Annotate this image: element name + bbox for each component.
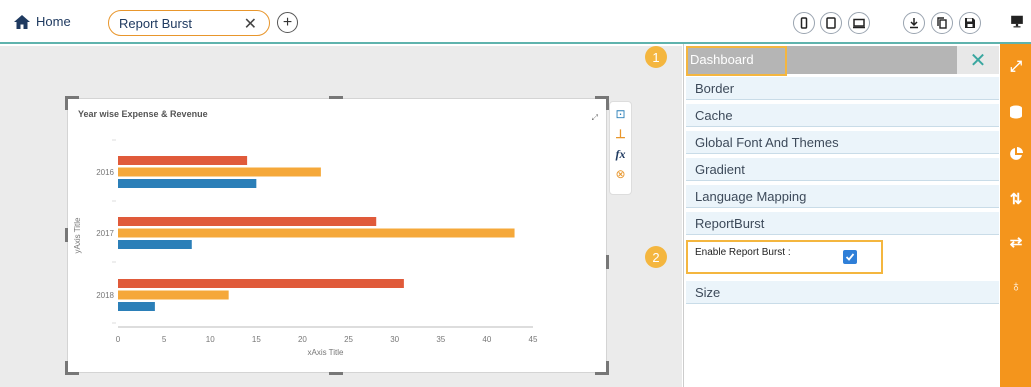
- top-bar: Home Report Burst ✕ +: [0, 0, 1031, 44]
- pie-glyph: [1010, 147, 1023, 160]
- bar-2018-series-3: [118, 302, 155, 311]
- monitor-button[interactable]: [1010, 14, 1024, 33]
- x-axis-title: xAxis Title: [307, 348, 344, 357]
- section-global-font[interactable]: Global Font And Themes: [686, 131, 999, 154]
- step-badge-1: 1: [645, 46, 667, 68]
- remove-icon[interactable]: ⊗: [615, 166, 625, 182]
- x-tick-label: 45: [529, 335, 538, 344]
- download-button[interactable]: [903, 12, 925, 34]
- chart-tools: ⊡ ⊥ fx ⊗: [609, 101, 632, 195]
- chart-container[interactable]: Year wise Expense & Revenue ⤢ 0 5 10 15 20 25…: [67, 98, 607, 373]
- resize-handle[interactable]: [606, 255, 609, 269]
- bar-2017-series-3: [118, 240, 192, 249]
- x-tick-label: 10: [206, 335, 215, 344]
- properties-icon[interactable]: ⊡: [615, 106, 625, 122]
- fx-icon[interactable]: fx: [616, 146, 626, 162]
- resize-handle[interactable]: [65, 96, 68, 110]
- y-axis-title: yAxis Title: [73, 217, 82, 254]
- resize-handle[interactable]: [329, 372, 343, 375]
- sort-icon[interactable]: ⇅: [1006, 189, 1026, 209]
- section-reportburst[interactable]: ReportBurst: [686, 212, 999, 235]
- section-border[interactable]: Border: [686, 77, 999, 100]
- mobile-icon: [800, 17, 808, 29]
- x-tick-label: 5: [162, 335, 167, 344]
- enable-highlight: [686, 240, 883, 274]
- home-label: Home: [36, 14, 71, 29]
- section-language-mapping[interactable]: Language Mapping: [686, 185, 999, 208]
- close-tab-icon[interactable]: ✕: [244, 14, 257, 34]
- download-icon: [910, 18, 918, 29]
- home-link[interactable]: Home: [14, 14, 71, 29]
- expand-icon[interactable]: ⤢: [1006, 56, 1026, 76]
- tab-label: Report Burst: [119, 15, 192, 31]
- close-panel-button[interactable]: ✕: [957, 46, 999, 74]
- x-tick-label: 15: [252, 335, 261, 344]
- tab-report-burst[interactable]: Report Burst ✕: [108, 10, 270, 36]
- header-highlight: [686, 46, 787, 76]
- axis-icon[interactable]: ⊥: [615, 126, 625, 142]
- x-tick-label: 0: [116, 335, 121, 344]
- add-tab-button[interactable]: +: [277, 12, 298, 33]
- category-label: 2017: [96, 229, 114, 238]
- section-cache[interactable]: Cache: [686, 104, 999, 127]
- x-tick-label: 20: [298, 335, 307, 344]
- exchange-icon[interactable]: ⇄: [1006, 232, 1026, 252]
- bar-2017-series-2: [118, 228, 515, 238]
- properties-panel: Dashboard ✕ Border Cache Global Font And…: [683, 44, 1000, 387]
- monitor-icon: [1011, 15, 1023, 28]
- tablet-icon: [826, 17, 836, 29]
- database-icon[interactable]: [1006, 102, 1026, 122]
- bar-2017-series-1: [118, 217, 377, 226]
- pie-chart-icon[interactable]: [1006, 144, 1026, 164]
- x-tick-label: 35: [436, 335, 445, 344]
- save-button[interactable]: [959, 12, 981, 34]
- x-tick-label: 25: [344, 335, 353, 344]
- tablet-view-button[interactable]: [820, 12, 842, 34]
- bar-2016-series-3: [118, 179, 257, 188]
- category-label: 2016: [96, 168, 114, 177]
- x-tick-label: 40: [482, 335, 491, 344]
- x-tick-label: 30: [390, 335, 399, 344]
- copy-icon: [937, 17, 947, 29]
- resize-handle[interactable]: [329, 96, 343, 99]
- bar-2016-series-1: [118, 156, 248, 165]
- bar-chart: 0 5 10 15 20 25 30 35 40 45 xAxis Title yAxis Title…: [73, 139, 538, 357]
- close-icon: ✕: [969, 49, 987, 72]
- bar-2016-series-2: [118, 167, 321, 177]
- section-gradient[interactable]: Gradient: [686, 158, 999, 181]
- resize-handle[interactable]: [65, 228, 68, 242]
- bar-2018-series-2: [118, 290, 229, 300]
- section-size[interactable]: Size: [686, 281, 999, 304]
- database-glyph: [1010, 105, 1022, 119]
- home-icon: [14, 14, 30, 29]
- bar-2018-series-1: [118, 279, 404, 288]
- desktop-view-button[interactable]: [848, 12, 870, 34]
- resize-handle[interactable]: [65, 361, 68, 375]
- mobile-view-button[interactable]: [793, 12, 815, 34]
- save-icon: [965, 18, 975, 28]
- copy-button[interactable]: [931, 12, 953, 34]
- bulb-icon[interactable]: ♁: [1006, 276, 1026, 296]
- step-badge-2: 2: [645, 246, 667, 268]
- right-rail: ⤢ ⇅ ⇄ ♁: [1000, 44, 1031, 387]
- category-label: 2018: [96, 291, 114, 300]
- resize-handle[interactable]: [606, 361, 609, 375]
- desktop-icon: [853, 18, 865, 29]
